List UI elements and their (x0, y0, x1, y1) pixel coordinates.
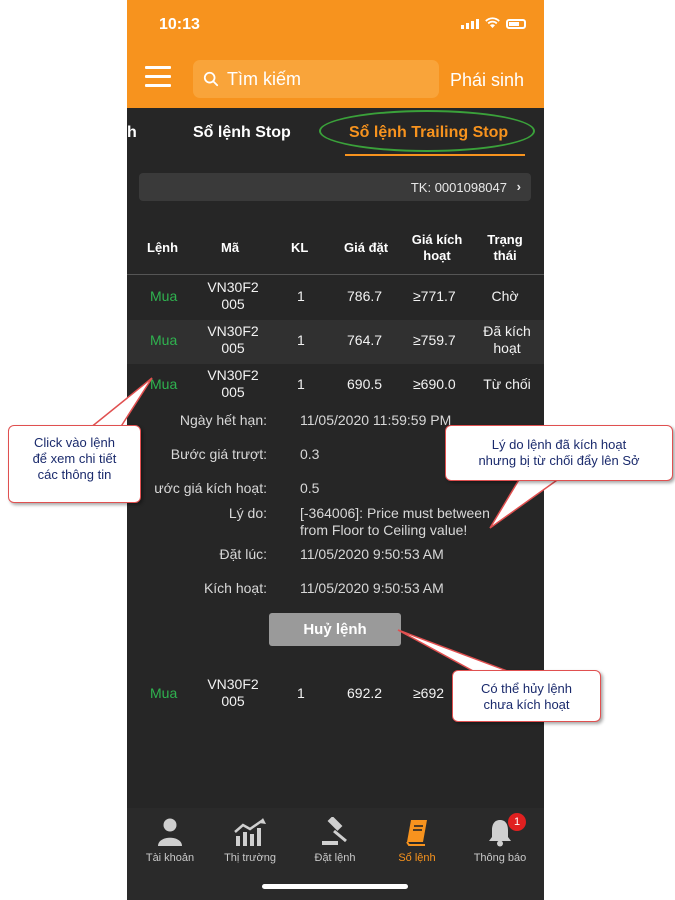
order-price: 692.2 (347, 685, 383, 701)
battery-icon (506, 19, 526, 29)
cancel-hint-callout: Có thể hủy lệnh chưa kích hoạt (452, 670, 601, 722)
trigger-step-value: 0.5 (300, 480, 320, 496)
order-qty: 1 (297, 332, 305, 348)
nav-account[interactable]: Tài khoản (130, 816, 210, 864)
trail-step-label: Bước giá trượt: (170, 446, 267, 462)
order-trigger: ≥759.7 (413, 332, 456, 348)
order-side: Mua (150, 332, 178, 348)
status-icons (461, 17, 526, 29)
order-qty: 1 (297, 288, 305, 304)
cancel-order-button[interactable]: Huỷ lệnh (269, 613, 401, 646)
table-row[interactable]: Mua VN30F2 005 1 786.7 ≥771.7 Chờ (127, 276, 544, 320)
nav-place-order[interactable]: Đặt lệnh (295, 816, 375, 864)
trail-step-value: 0.3 (300, 446, 320, 462)
chevron-right-icon: › (516, 179, 521, 194)
click-hint-callout: Click vào lệnh để xem chi tiết các thông… (8, 425, 141, 503)
search-placeholder: Tìm kiếm (227, 68, 301, 89)
expiry-value: 11/05/2020 11:59:59 PM (300, 412, 452, 428)
nav-order-book[interactable]: Sổ lệnh (377, 816, 457, 864)
order-trigger: ≥692 (413, 685, 445, 701)
trigger-step-label: ước giá kích hoạt: (154, 480, 267, 496)
activated-at-value: 11/05/2020 9:50:53 AM (300, 580, 444, 596)
order-status: Từ chối (483, 376, 531, 392)
placed-at-value: 11/05/2020 9:50:53 AM (300, 546, 444, 562)
header-trigger-price: Giá kích hoạt (411, 232, 463, 263)
wifi-icon (485, 17, 500, 28)
header-status: Trạng thái (487, 232, 523, 263)
table-row[interactable]: Mua VN30F2 005 1 690.5 ≥690.0 Từ chối (127, 364, 544, 408)
order-price: 764.7 (347, 332, 383, 348)
reason-value: [-364006]: Price must between from Floor … (300, 505, 490, 538)
table-row[interactable]: Mua VN30F2 005 1 764.7 ≥759.7 Đã kích hoạt (127, 320, 544, 364)
app-header: 10:13 Tìm kiếm Phái sinh (127, 0, 544, 108)
hamburger-menu-icon[interactable] (145, 66, 171, 88)
order-side: Mua (150, 376, 178, 392)
order-side: Mua (150, 685, 178, 701)
reject-hint-callout: Lý do lệnh đã kích hoạt nhưng bị từ chối… (445, 425, 673, 481)
header-order: Lệnh (147, 240, 179, 255)
book-icon (406, 820, 427, 846)
header-divider (127, 274, 544, 275)
header-qty: KL (291, 240, 309, 255)
order-code: VN30F2 005 (207, 323, 259, 356)
derivative-link[interactable]: Phái sinh (450, 70, 524, 91)
notification-badge: 1 (508, 813, 526, 831)
nav-notifications[interactable]: 1 Thông báo (460, 813, 540, 864)
order-side: Mua (150, 288, 178, 304)
order-qty: 1 (297, 685, 305, 701)
order-status: Đã kích hoạt (483, 323, 531, 356)
person-icon (158, 818, 182, 846)
search-icon (203, 71, 219, 87)
order-status: Chờ (491, 288, 519, 304)
chart-icon (234, 818, 266, 846)
order-code: VN30F2 005 (207, 676, 259, 709)
signal-icon (461, 19, 479, 29)
reason-label: Lý do: (228, 505, 267, 521)
order-qty: 1 (297, 376, 305, 392)
order-code: VN30F2 005 (207, 367, 259, 400)
highlight-ellipse (319, 110, 535, 152)
status-time: 10:13 (159, 16, 200, 33)
tab-stop-orders[interactable]: Sổ lệnh Stop (193, 124, 291, 142)
order-trigger: ≥771.7 (413, 288, 456, 304)
home-indicator (262, 884, 408, 889)
active-tab-indicator (345, 154, 525, 156)
gavel-icon (322, 817, 347, 845)
order-price: 690.5 (347, 376, 383, 392)
header-code: Mã (221, 240, 240, 255)
account-selector[interactable]: TK: 0001098047 › (139, 173, 531, 201)
account-number: TK: 0001098047 (410, 180, 507, 195)
header-price: Giá đặt (344, 240, 389, 255)
order-price: 786.7 (347, 288, 383, 304)
order-code: VN30F2 005 (207, 279, 259, 312)
search-bar[interactable]: Tìm kiếm (193, 60, 439, 98)
activated-at-label: Kích hoạt: (203, 580, 267, 596)
expiry-label: Ngày hết hạn: (179, 412, 267, 428)
tab-partial[interactable]: h (127, 124, 137, 142)
placed-at-label: Đặt lúc: (219, 546, 267, 562)
nav-market[interactable]: Thị trường (210, 816, 290, 864)
order-trigger: ≥690.0 (413, 376, 456, 392)
